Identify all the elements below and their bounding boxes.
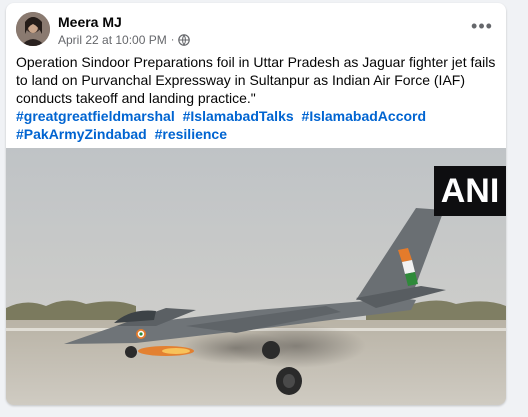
post-text: Operation Sindoor Preparations foil in U…: [16, 53, 498, 143]
meta-separator: ·: [170, 34, 175, 46]
post-body: Operation Sindoor Preparations foil in U…: [16, 54, 496, 106]
post-meta: April 22 at 10:00 PM ·: [58, 33, 191, 47]
ani-watermark: ANI: [434, 166, 506, 216]
post-header: Meera MJ April 22 at 10:00 PM · •••: [16, 12, 496, 52]
author-avatar[interactable]: [16, 12, 50, 46]
post-card: Meera MJ April 22 at 10:00 PM · ••• Oper…: [6, 3, 506, 405]
hashtag-link[interactable]: #PakArmyZindabad: [16, 126, 147, 142]
hashtag-link[interactable]: #greatgreatfieldmarshal: [16, 108, 175, 124]
hashtag-link[interactable]: #resilience: [155, 126, 227, 142]
post-timestamp[interactable]: April 22 at 10:00 PM: [58, 33, 167, 47]
avatar-image: [16, 12, 50, 46]
more-options-icon[interactable]: •••: [468, 16, 496, 36]
hashtag-list: #greatgreatfieldmarshal #IslamabadTalks …: [16, 107, 498, 143]
hashtag-link[interactable]: #IslamabadTalks: [183, 108, 294, 124]
post-media[interactable]: ANI: [6, 148, 506, 405]
jet-landing-photo: [6, 148, 506, 405]
hashtag-link[interactable]: #IslamabadAccord: [302, 108, 427, 124]
author-name[interactable]: Meera MJ: [58, 14, 122, 30]
globe-icon: [178, 34, 191, 46]
